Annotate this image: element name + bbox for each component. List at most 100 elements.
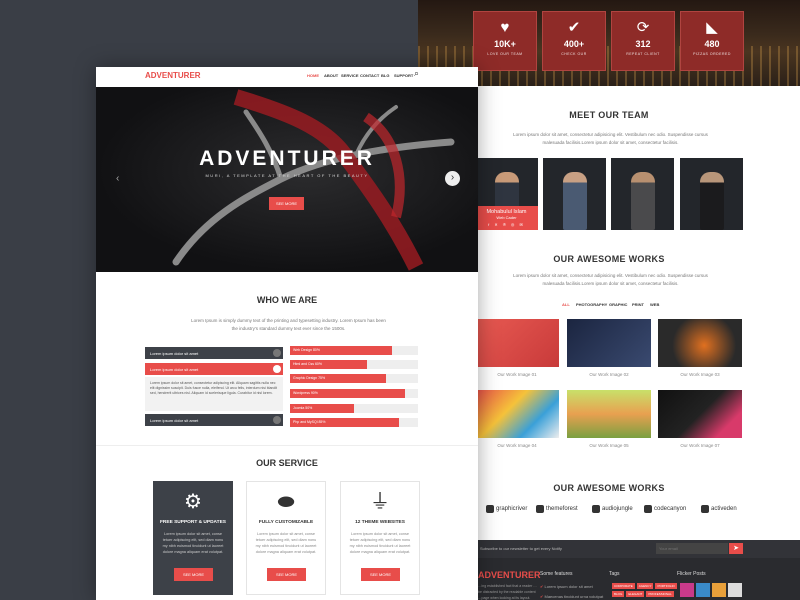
- stat-box: ◣ 480 PIZZAS ORDERED: [680, 11, 744, 71]
- flickr-thumb[interactable]: [712, 583, 726, 597]
- filter-all[interactable]: ALL: [562, 302, 570, 307]
- filter-photography[interactable]: PHOTOGRAPHY: [576, 302, 607, 307]
- accordion-header[interactable]: Lorem ipsum dolor sit amet: [145, 414, 283, 426]
- brand-logo[interactable]: activeden: [701, 505, 737, 513]
- newsletter-email-input[interactable]: [656, 543, 728, 554]
- tag[interactable]: ELEGANT: [626, 591, 645, 597]
- team-member-card[interactable]: [543, 158, 606, 230]
- footer-flickr-heading: Flicker Posts: [677, 571, 706, 577]
- feature-label: Maecenas tincidunt urna volutpat: [544, 594, 604, 599]
- chevron-left-icon[interactable]: ‹: [116, 173, 119, 184]
- tag-cloud: CORPORATE AGENCY PORTFOLIO BLOG ELEGANT …: [612, 583, 678, 597]
- footer-features-heading: Some features: [540, 571, 573, 577]
- stat-value: 480: [704, 39, 720, 49]
- check-icon: ✔: [540, 594, 544, 599]
- footer-feature-item[interactable]: ✔ Maecenas tincidunt urna volutpat: [540, 594, 603, 599]
- social-icons[interactable]: f ✕ ℗ ◎ ✉: [475, 222, 538, 227]
- filter-web[interactable]: WEB: [650, 302, 659, 307]
- flickr-thumb[interactable]: [696, 583, 710, 597]
- hero-slider: ADVENTURER MURI, A TEMPLATE AT THE HEART…: [96, 87, 478, 272]
- plus-icon: [273, 349, 281, 357]
- search-icon[interactable]: ⌕: [414, 68, 419, 79]
- brand-logo[interactable]: codecanyon: [644, 505, 686, 513]
- team-member-card[interactable]: [611, 158, 674, 230]
- gear-icon: ⚙: [184, 491, 202, 513]
- filter-print[interactable]: PRINT: [632, 302, 644, 307]
- team-member-card[interactable]: [680, 158, 743, 230]
- flickr-thumb[interactable]: [680, 583, 694, 597]
- team-member-card[interactable]: Mohabulul Islam Web Cader f ✕ ℗ ◎ ✉: [475, 158, 538, 230]
- nav-service[interactable]: SERVICE: [341, 73, 359, 78]
- stat-label: LOVE OUR TEAM: [487, 52, 523, 56]
- hero-artwork: [172, 89, 455, 271]
- nav-support[interactable]: SUPPORT: [394, 73, 413, 78]
- filter-graphic[interactable]: GRAPHIC: [609, 302, 627, 307]
- service-card-text: Lorem ipsum dolor sit amet, conse tetuer…: [162, 532, 224, 554]
- footer-logo[interactable]: ADVENTURER: [478, 570, 541, 580]
- graphicriver-icon: [486, 505, 494, 513]
- service-card-title: 12 THEME WEBSITES: [355, 520, 405, 525]
- stat-value: 10K+: [494, 39, 516, 49]
- tag[interactable]: PROFESSIONAL: [646, 591, 674, 597]
- brand-logo[interactable]: themeforest: [536, 505, 578, 513]
- send-icon[interactable]: ➤: [729, 543, 743, 554]
- brand-name: codecanyon: [654, 506, 687, 512]
- team-photo: [563, 172, 587, 230]
- footer-feature-item[interactable]: ✔ Lorem ipsum dolor sit amet: [540, 584, 593, 589]
- skill-fill: Wordpress 90%: [290, 389, 406, 398]
- service-see-more-button[interactable]: SEE MORE: [267, 568, 306, 581]
- nav-blog[interactable]: BLG: [381, 73, 389, 78]
- skill-fill: Web Design 80%: [290, 346, 393, 355]
- work-thumbnail[interactable]: [567, 319, 651, 367]
- refresh-icon: ⟳: [636, 19, 650, 36]
- who-title: WHO WE ARE: [256, 295, 318, 305]
- work-thumbnail[interactable]: [658, 390, 742, 438]
- stat-value: 400+: [563, 39, 585, 49]
- stat-box: ✔ 400+ CHECK OUR: [542, 11, 606, 71]
- team-caption: Mohabulul Islam Web Cader f ✕ ℗ ◎ ✉: [475, 206, 538, 230]
- tag[interactable]: BLOG: [612, 591, 625, 597]
- left-page: ADVENTURER HOME ABOUT SERVICE CONTACT BL…: [96, 67, 478, 600]
- service-card-text: Lorem ipsum dolor sit amet, conse tetuer…: [349, 532, 411, 554]
- nav-about[interactable]: ABOUT: [324, 73, 338, 78]
- codecanyon-icon: [644, 505, 652, 513]
- who-text: Lorem Ipsum is simply dummy text of the …: [191, 318, 386, 331]
- team-photo: [631, 172, 655, 230]
- works-text: Lorem ipsum dolor sit amet, consectetur …: [513, 273, 708, 286]
- flickr-thumb[interactable]: [728, 583, 742, 597]
- stat-label: CHECK OUR: [561, 52, 587, 56]
- accordion-title: Lorem ipsum dolor sit amet: [150, 351, 199, 356]
- nav-contact[interactable]: CONTACT: [360, 73, 379, 78]
- chevron-right-icon[interactable]: ›: [445, 171, 460, 186]
- brand-name: graphicriver: [496, 506, 528, 512]
- work-thumbnail[interactable]: [567, 390, 651, 438]
- service-see-more-button[interactable]: SEE MORE: [174, 568, 213, 581]
- site-logo[interactable]: ADVENTURER: [145, 71, 201, 80]
- accordion-header[interactable]: Lorem ipsum dolor sit amet: [145, 347, 283, 359]
- themeforest-icon: [536, 505, 544, 513]
- service-card: ⬬ FULLY CUSTOMIZABLE Lorem ipsum dolor s…: [246, 481, 326, 595]
- tag[interactable]: PORTFOLIO: [655, 583, 677, 589]
- skill-bar: Web Design 80%: [290, 346, 418, 355]
- accordion-header-active[interactable]: Lorem ipsum dolor sit amet: [145, 363, 283, 375]
- brand-logo[interactable]: graphicriver: [486, 505, 527, 513]
- nav-home[interactable]: HOME: [307, 73, 319, 78]
- tag[interactable]: AGENCY: [636, 583, 654, 589]
- feature-label: Lorem ipsum dolor sit amet: [544, 584, 593, 589]
- skill-fill: Php and MySQl 85%: [290, 418, 399, 427]
- work-thumbnail[interactable]: [475, 390, 559, 438]
- hero-see-more-button[interactable]: SEE MORE: [269, 197, 304, 210]
- work-thumbnail[interactable]: [658, 319, 742, 367]
- work-caption: Our Work Image 02: [589, 372, 629, 377]
- service-card: ⏚ 12 THEME WEBSITES Lorem ipsum dolor si…: [340, 481, 420, 595]
- tag[interactable]: CORPORATE: [612, 583, 635, 589]
- stat-label: REPEAT CLIENT: [626, 52, 660, 56]
- service-card-text: Lorem ipsum dolor sit amet, conse tetuer…: [255, 532, 317, 554]
- stat-box: ♥ 10K+ LOVE OUR TEAM: [473, 11, 537, 71]
- work-thumbnail[interactable]: [475, 319, 559, 367]
- service-card-title: FULLY CUSTOMIZABLE: [258, 520, 314, 525]
- service-see-more-button[interactable]: SEE MORE: [361, 568, 400, 581]
- brand-logo[interactable]: audiojungle: [592, 505, 633, 513]
- skill-bar: Joomla 50%: [290, 404, 418, 413]
- hero-title: ADVENTURER: [199, 147, 375, 170]
